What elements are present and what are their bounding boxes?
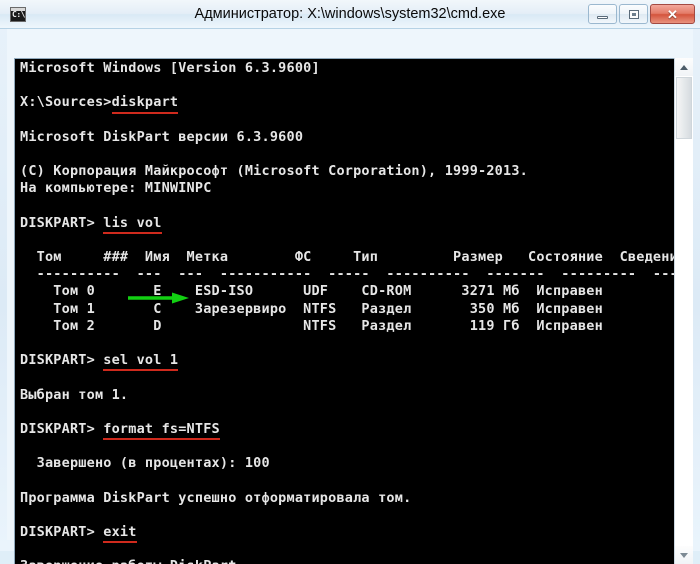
terminal-line: Завершено (в процентах): 100 bbox=[20, 455, 270, 472]
terminal-line: (C) Корпорация Майкрософт (Microsoft Cor… bbox=[20, 163, 528, 180]
terminal-line: DISKPART> sel vol 1 bbox=[20, 352, 680, 372]
terminal-line: DISKPART> exit bbox=[20, 524, 680, 544]
close-icon: ✕ bbox=[667, 7, 678, 22]
console-output-area[interactable]: Microsoft Windows [Version 6.3.9600] X:\S… bbox=[14, 58, 681, 564]
terminal-line: Microsoft DiskPart версии 6.3.9600 bbox=[20, 128, 304, 145]
terminal-text: Microsoft Windows [Version 6.3.9600] X:\S… bbox=[20, 60, 681, 564]
close-button[interactable]: ✕ bbox=[650, 4, 695, 24]
chevron-up-icon bbox=[680, 64, 688, 70]
maximize-button[interactable] bbox=[619, 4, 648, 24]
terminal-line: Том 2 D NTFS Раздел 119 Гб Исправен bbox=[20, 317, 603, 334]
terminal-command: lis vol bbox=[103, 214, 162, 235]
terminal-prompt: DISKPART> bbox=[20, 214, 104, 231]
terminal-command: sel vol 1 bbox=[103, 352, 179, 372]
terminal-command: format fs=NTFS bbox=[103, 420, 220, 441]
terminal-line: Том 1 C Зарезервиро NTFS Раздел 350 Мб И… bbox=[20, 300, 603, 317]
terminal-prompt: X:\Sources> bbox=[20, 94, 112, 111]
cmd-icon[interactable]: C:\ bbox=[10, 7, 26, 22]
scroll-down-button[interactable] bbox=[675, 546, 693, 564]
vertical-scrollbar[interactable] bbox=[674, 58, 693, 564]
terminal-line: Выбран том 1. bbox=[20, 386, 129, 403]
console-frame: Microsoft Windows [Version 6.3.9600] X:\S… bbox=[7, 29, 693, 564]
title-bar[interactable]: C:\ Администратор: X:\windows\system32\c… bbox=[0, 0, 700, 29]
terminal-prompt: DISKPART> bbox=[20, 524, 104, 541]
scrollbar-thumb[interactable] bbox=[676, 77, 692, 139]
terminal-line: Том 0 E ESD-ISO UDF CD-ROM 3271 Мб Испра… bbox=[20, 283, 603, 300]
terminal-line: Завершение работы DiskPart... bbox=[20, 558, 680, 564]
terminal-line: X:\Sources>diskpart bbox=[20, 94, 680, 114]
minimize-icon bbox=[597, 16, 608, 19]
terminal-line: DISKPART> format fs=NTFS bbox=[20, 420, 680, 441]
chevron-down-icon bbox=[680, 552, 688, 558]
terminal-command: exit bbox=[103, 524, 137, 544]
terminal-line: DISKPART> lis vol bbox=[20, 214, 680, 235]
terminal-line: На компьютере: MINWINPC bbox=[20, 180, 212, 197]
terminal-line: Том ### Имя Метка ФС Тип Размер Состояни… bbox=[20, 249, 681, 266]
scroll-up-button[interactable] bbox=[675, 58, 693, 76]
maximize-icon bbox=[629, 10, 639, 19]
terminal-command: diskpart bbox=[111, 94, 179, 114]
terminal-prompt: DISKPART> bbox=[20, 352, 104, 369]
terminal-line: ---------- --- --- ----------- ----- ---… bbox=[20, 266, 681, 283]
terminal-prompt: DISKPART> bbox=[20, 420, 104, 437]
terminal-line: Microsoft Windows [Version 6.3.9600] bbox=[20, 60, 320, 76]
terminal-line: Программа DiskPart успешно отформатирова… bbox=[20, 489, 412, 506]
cmd-icon-glyph: C:\ bbox=[12, 10, 25, 19]
window-controls: ✕ bbox=[588, 4, 695, 24]
minimize-button[interactable] bbox=[588, 4, 617, 24]
cmd-window: C:\ Администратор: X:\windows\system32\c… bbox=[0, 0, 700, 564]
